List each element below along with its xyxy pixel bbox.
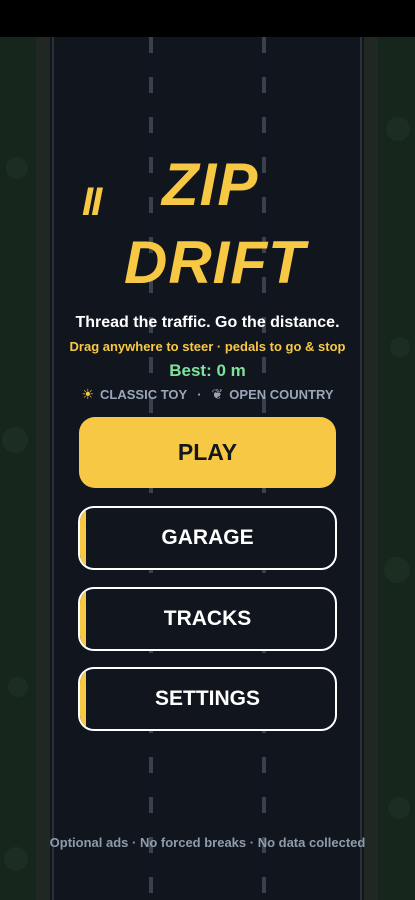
- car-mode-label: CLASSIC TOY: [100, 387, 188, 402]
- settings-button[interactable]: SETTINGS: [78, 667, 337, 731]
- button-accent: [80, 589, 86, 649]
- mode-summary: ☀ CLASSIC TOY · ❦ OPEN COUNTRY: [0, 386, 415, 403]
- tracks-button-label: TRACKS: [163, 607, 252, 630]
- game-title-line2: DRIFT: [124, 229, 306, 296]
- button-accent: [80, 669, 86, 729]
- button-accent: [80, 508, 86, 568]
- game-title-line1: ZIP: [162, 151, 259, 218]
- car-mode: ☀ CLASSIC TOY: [81, 386, 187, 403]
- garage-button[interactable]: GARAGE: [78, 506, 337, 570]
- privacy-footer: Optional ads · No forced breaks · No dat…: [49, 835, 366, 850]
- sun-icon: ☀: [81, 386, 95, 402]
- mode-separator: ·: [197, 387, 202, 402]
- leaf-icon: ❦: [211, 386, 224, 402]
- settings-button-label: SETTINGS: [154, 687, 260, 710]
- tracks-button[interactable]: TRACKS: [78, 587, 337, 651]
- controls-hint: Drag anywhere to steer · pedals to go & …: [69, 339, 346, 354]
- title-screen: II ZIP DRIFT Thread the traffic. Go the …: [0, 0, 415, 900]
- tagline: Thread the traffic. Go the distance.: [75, 314, 340, 331]
- best-distance: Best: 0 m: [169, 361, 246, 380]
- pause-icon[interactable]: II: [82, 180, 102, 225]
- play-button[interactable]: PLAY: [79, 417, 336, 488]
- track-mode: ❦ OPEN COUNTRY: [212, 386, 334, 403]
- track-mode-label: OPEN COUNTRY: [229, 387, 334, 402]
- garage-button-label: GARAGE: [161, 526, 254, 549]
